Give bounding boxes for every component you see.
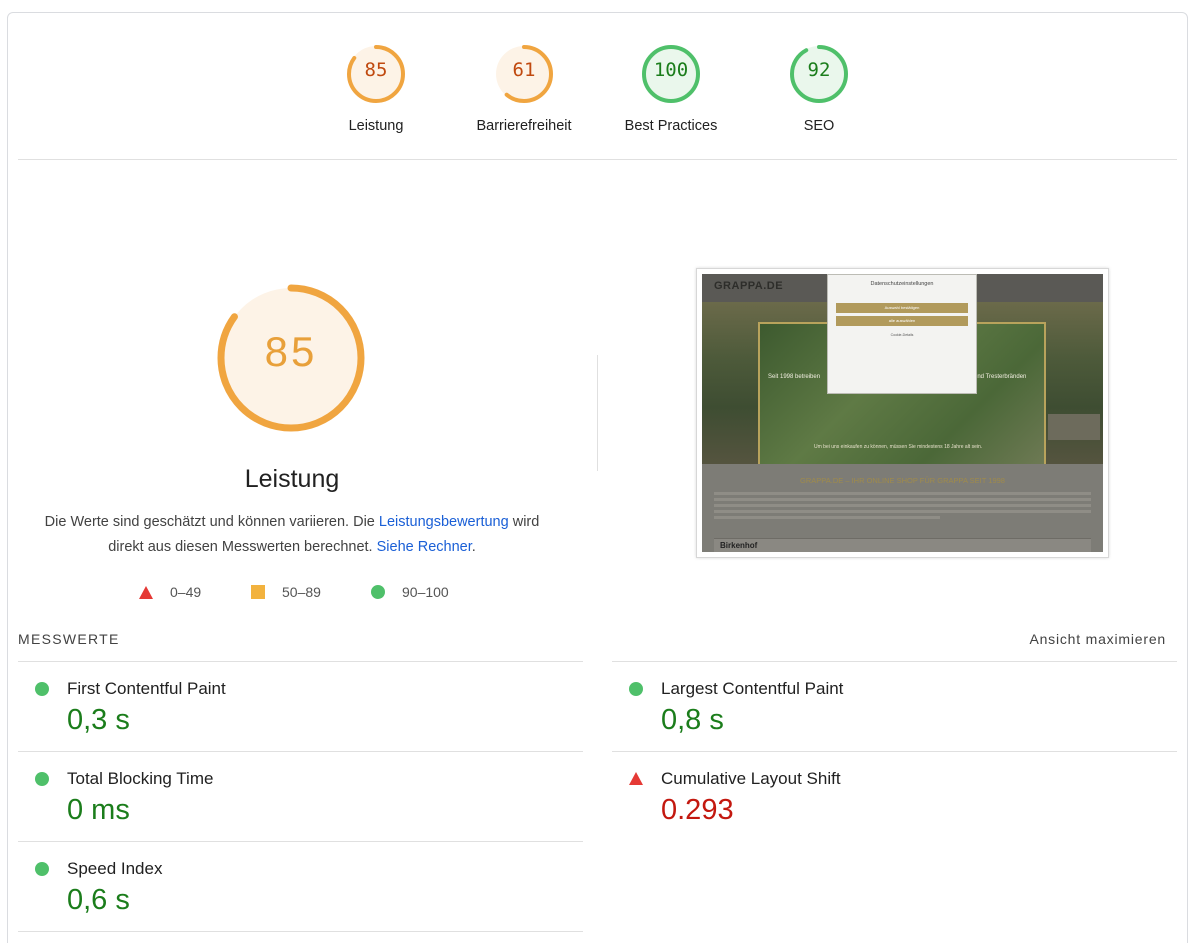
metric-speed-index: Speed Index 0,6 s: [18, 841, 583, 931]
hero-side-box: [1048, 414, 1100, 440]
legend-item-fail: 0–49: [139, 584, 201, 600]
gauge-best-practices[interactable]: 100 Best Practices: [606, 43, 736, 134]
metrics-column-left: First Contentful Paint 0,3 s Total Block…: [18, 661, 583, 932]
cookie-confirm-button: Auswahl bestätigen: [836, 303, 968, 313]
cookie-modal-title: Datenschutzeinstellungen: [870, 281, 934, 287]
metric-value: 0 ms: [67, 794, 130, 826]
divider: [597, 355, 598, 471]
metric-name: Cumulative Layout Shift: [661, 769, 841, 788]
legend-item-pass: 90–100: [371, 584, 449, 600]
site-logo: GRAPPA.DE: [714, 280, 784, 292]
green-circle-icon: [35, 682, 49, 696]
metric-value: 0,8 s: [661, 704, 724, 736]
report-card: 85 Leistung 61 Barrierefreiheit 100 Best…: [7, 12, 1188, 943]
metric-name: Largest Contentful Paint: [661, 679, 844, 698]
legend-item-average: 50–89: [251, 584, 321, 600]
green-circle-icon: [629, 682, 643, 696]
gauge-label: SEO: [803, 118, 835, 134]
metric-value: 0.293: [661, 794, 734, 826]
metric-value: 0,3 s: [67, 704, 130, 736]
screenshot-image: GRAPPA.DE Seit 1998 betreiben und Treste…: [702, 274, 1103, 552]
metric-value: 0,6 s: [67, 884, 130, 916]
metric-lcp: Largest Contentful Paint 0,8 s: [612, 661, 1177, 751]
metric-name: Speed Index: [67, 859, 163, 878]
green-circle-icon: [35, 772, 49, 786]
divider: [18, 931, 583, 932]
performance-title: Leistung: [244, 465, 340, 493]
gauge-score: 85: [364, 59, 388, 81]
category-gauges: 85 Leistung 61 Barrierefreiheit 100 Best…: [8, 43, 1187, 153]
gauge-score: 61: [512, 59, 536, 81]
metric-name: Total Blocking Time: [67, 769, 214, 788]
divider: [18, 159, 1177, 160]
gauge-label: Barrierefreiheit: [476, 118, 572, 134]
gauge-seo[interactable]: 92 SEO: [754, 43, 884, 134]
legend-range: 50–89: [282, 584, 321, 600]
metric-tbt: Total Blocking Time 0 ms: [18, 751, 583, 841]
site-content: GRAPPA.DE – IHR ONLINE SHOP FÜR GRAPPA S…: [702, 464, 1103, 552]
gauge-label: Best Practices: [624, 118, 718, 134]
hero-text: und Tresterbränden: [974, 374, 1027, 380]
content-text: [714, 492, 1091, 522]
cookie-modal: Datenschutzeinstellungen Auswahl bestäti…: [827, 274, 977, 394]
legend-range: 90–100: [402, 584, 449, 600]
hero-text: Seit 1998 betreiben: [768, 374, 821, 380]
orange-square-icon: [251, 585, 265, 599]
metrics-column-right: Largest Contentful Paint 0,8 s Cumulativ…: [612, 661, 1177, 841]
hero-subtext: Um bei uns einkaufen zu können, müssen S…: [814, 444, 983, 450]
performance-scoring-link[interactable]: Leistungsbewertung: [379, 514, 509, 530]
performance-score: 85: [264, 328, 318, 375]
desc-text: .: [471, 539, 476, 555]
gauge-score: 92: [807, 59, 831, 81]
metric-cls: Cumulative Layout Shift 0.293: [612, 751, 1177, 841]
score-legend: 0–49 50–89 90–100: [8, 584, 588, 604]
red-triangle-icon: [629, 772, 643, 785]
metrics-section-label: MESSWERTE: [18, 631, 120, 647]
legend-range: 0–49: [170, 584, 202, 600]
final-screenshot[interactable]: GRAPPA.DE Seit 1998 betreiben und Treste…: [696, 268, 1109, 558]
performance-gauge: 85: [216, 283, 366, 433]
content-title: GRAPPA.DE – IHR ONLINE SHOP FÜR GRAPPA S…: [800, 476, 1005, 485]
desc-text: Die Werte sind geschätzt und können vari…: [44, 514, 379, 530]
green-circle-icon: [371, 585, 385, 599]
bottom-label: Birkenhof: [720, 541, 758, 550]
cookie-select-all-button: alle auswählen: [836, 316, 968, 326]
cookie-modal-text: [828, 287, 976, 300]
metric-fcp: First Contentful Paint 0,3 s: [18, 661, 583, 751]
green-circle-icon: [35, 862, 49, 876]
gauge-score: 100: [653, 59, 689, 81]
gauge-accessibility[interactable]: 61 Barrierefreiheit: [459, 43, 589, 134]
metric-name: First Contentful Paint: [67, 679, 226, 698]
content-bottom-bar: Birkenhof: [714, 538, 1091, 552]
gauge-label: Leistung: [348, 118, 404, 134]
calculator-link[interactable]: Siehe Rechner: [377, 539, 472, 555]
expand-view-toggle[interactable]: Ansicht maximieren: [1029, 631, 1166, 647]
cookie-details-link: Cookie-Details: [890, 333, 914, 337]
red-triangle-icon: [139, 585, 153, 599]
gauge-performance[interactable]: 85 Leistung: [311, 43, 441, 134]
performance-description: Die Werte sind geschätzt und können vari…: [42, 510, 542, 560]
